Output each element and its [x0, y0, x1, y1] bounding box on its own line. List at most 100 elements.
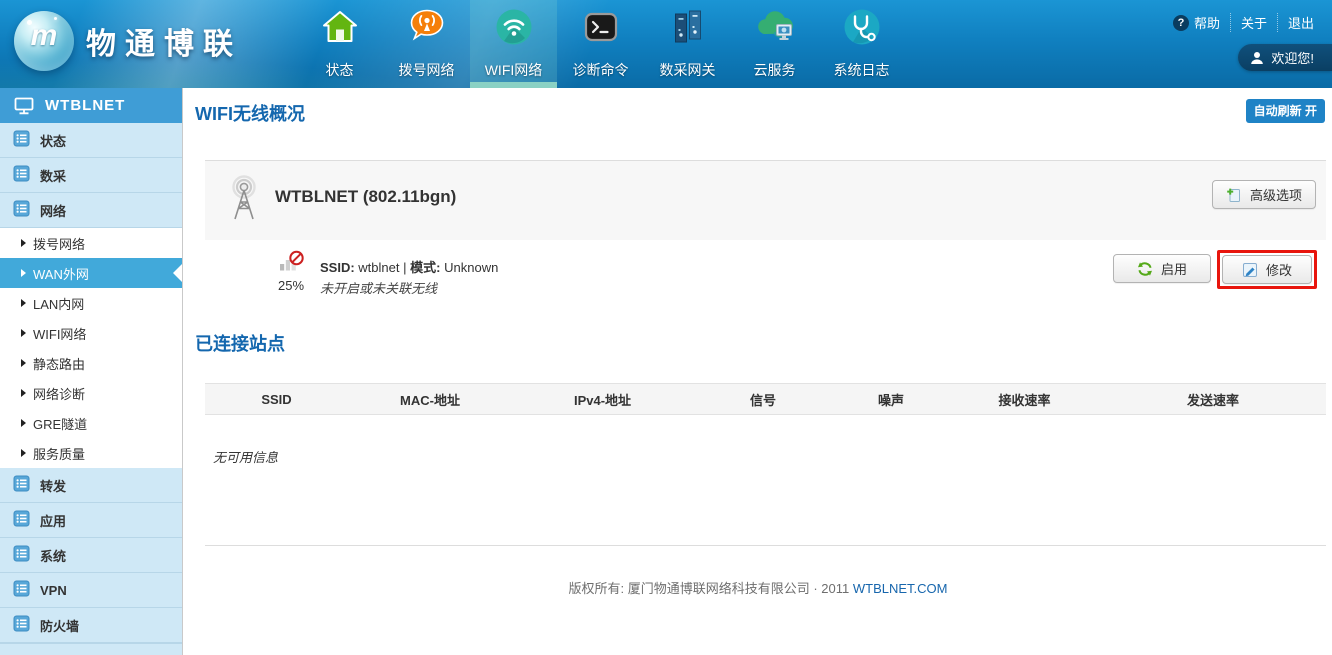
- list-icon: [13, 130, 30, 150]
- sidebar-item-dial-network[interactable]: 拨号网络: [0, 228, 182, 258]
- wifi-card-header: WTBLNET (802.11bgn) 高级选项: [205, 161, 1326, 240]
- wifi-card-title: WTBLNET (802.11bgn): [275, 187, 456, 207]
- dial-icon: [408, 6, 446, 48]
- submenu-arrow-icon: [21, 239, 26, 247]
- nav-tab-wifi-network[interactable]: WIFI网络: [470, 0, 557, 88]
- mode-label: 模式:: [410, 260, 440, 275]
- submenu-arrow-icon: [21, 419, 26, 427]
- list-icon: [13, 580, 30, 600]
- ssid-line: SSID: wtblnet | 模式: Unknown: [320, 257, 498, 276]
- nav-tab-label: 数采网关: [644, 60, 731, 80]
- divider: [205, 545, 1326, 546]
- gateway-icon: [669, 6, 707, 48]
- sidebar-item-system[interactable]: 系统: [0, 538, 182, 573]
- sidebar-item-static-route[interactable]: 静态路由: [0, 348, 182, 378]
- submenu-arrow-icon: [21, 329, 26, 337]
- selected-tab-strip: [470, 82, 557, 88]
- help-icon: ?: [1173, 15, 1189, 31]
- sidebar-item-lan[interactable]: LAN内网: [0, 288, 182, 318]
- top-header: m 物通博联 状态拨号网络WIFI网络诊断命令数采网关云服务系统日志 ? 帮助 …: [0, 0, 1332, 88]
- nav-tab-label: 云服务: [731, 60, 818, 80]
- sidebar-item-label: 服务质量: [33, 444, 85, 463]
- sidebar-item-status[interactable]: 状态: [0, 123, 182, 158]
- sidebar-device-header: WTBLNET: [0, 88, 182, 123]
- signal-disabled-icon: [279, 249, 305, 278]
- auto-refresh-toggle[interactable]: 自动刷新 开: [1246, 99, 1325, 123]
- logout-label: 退出: [1288, 13, 1314, 32]
- footer: 版权所有: 厦门物通博联网络科技有限公司 · 2011 WTBLNET.COM: [184, 578, 1332, 597]
- sidebar-item-forwarding[interactable]: 转发: [0, 468, 182, 503]
- help-link[interactable]: ? 帮助: [1163, 13, 1230, 32]
- sidebar-item-vpn[interactable]: VPN: [0, 573, 182, 608]
- brand-logo: m 物通博联: [14, 11, 242, 71]
- welcome-badge[interactable]: 欢迎您!: [1238, 44, 1332, 71]
- sidebar-item-label: 数采: [40, 166, 66, 185]
- sidebar-item-gre-tunnel[interactable]: GRE隧道: [0, 408, 182, 438]
- help-label: 帮助: [1194, 13, 1220, 32]
- sidebar-item-apps[interactable]: 应用: [0, 503, 182, 538]
- sidebar-item-qos[interactable]: 服务质量: [0, 438, 182, 468]
- about-link[interactable]: 关于: [1230, 13, 1277, 32]
- signal-percent: 25%: [267, 278, 315, 293]
- advanced-options-icon: [1226, 187, 1242, 203]
- sidebar-item-label: WAN外网: [33, 264, 89, 283]
- sidebar-item-firewall[interactable]: 防火墙: [0, 608, 182, 643]
- list-icon: [13, 510, 30, 530]
- modify-button[interactable]: 修改: [1222, 255, 1312, 284]
- sidebar-item-label: 应用: [40, 511, 66, 530]
- sidebar-item-label: 网络诊断: [33, 384, 85, 403]
- nav-tab-label: 拨号网络: [383, 60, 470, 80]
- logo-sphere-icon: m: [14, 11, 74, 71]
- stethoscope-icon: [842, 6, 882, 48]
- advanced-options-button[interactable]: 高级选项: [1212, 180, 1316, 209]
- wifi-icon: [494, 6, 534, 48]
- logout-link[interactable]: 退出: [1277, 13, 1324, 32]
- sidebar-item-label: LAN内网: [33, 294, 84, 313]
- sidebar-item-label: 状态: [40, 131, 66, 150]
- ssid-label: SSID:: [320, 260, 355, 275]
- sidebar-item-label: 网络: [40, 201, 66, 220]
- nav-tab-label: 系统日志: [818, 60, 905, 80]
- nav-tab-label: WIFI网络: [470, 60, 557, 80]
- nav-tab-diagnostics[interactable]: 诊断命令: [557, 0, 644, 88]
- nav-tab-dial-network[interactable]: 拨号网络: [383, 0, 470, 88]
- submenu-arrow-icon: [21, 449, 26, 457]
- sidebar-item-label: 系统: [40, 546, 66, 565]
- nav-tab-cloud-service[interactable]: 云服务: [731, 0, 818, 88]
- monitor-icon: [14, 97, 34, 115]
- submenu-arrow-icon: [21, 389, 26, 397]
- sidebar-item-label: WIFI网络: [33, 324, 86, 343]
- page-title: WIFI无线概况: [195, 100, 305, 126]
- nav-tab-system-logs[interactable]: 系统日志: [818, 0, 905, 88]
- list-icon: [13, 615, 30, 635]
- stations-column-header: 接收速率: [949, 390, 1100, 409]
- sidebar-item-network[interactable]: 网络: [0, 193, 182, 228]
- home-icon: [321, 6, 359, 48]
- top-links: ? 帮助 关于 退出: [1163, 13, 1324, 32]
- brand-name: 物通博联: [86, 19, 242, 63]
- sidebar-item-label: GRE隧道: [33, 414, 87, 433]
- nav-tab-data-gateway[interactable]: 数采网关: [644, 0, 731, 88]
- list-icon: [13, 475, 30, 495]
- list-icon: [13, 200, 30, 220]
- sidebar-item-data-collect[interactable]: 数采: [0, 158, 182, 193]
- welcome-label: 欢迎您!: [1271, 48, 1314, 67]
- nav-tab-status[interactable]: 状态: [296, 0, 383, 88]
- sidebar-items: 状态数采网络拨号网络 WAN外网 LAN内网 WIFI网络静态路由网络诊断 GRE隧道服…: [0, 123, 182, 643]
- main-nav: 状态拨号网络WIFI网络诊断命令数采网关云服务系统日志: [296, 0, 905, 88]
- sidebar: WTBLNET 状态数采网络拨号网络 WAN外网 LAN内网 WIFI网络静态路由网络…: [0, 88, 183, 655]
- sidebar-device-name: WTBLNET: [45, 97, 125, 114]
- footer-link[interactable]: WTBLNET.COM: [853, 581, 948, 596]
- sidebar-item-wan[interactable]: WAN外网: [0, 258, 182, 288]
- ssid-value: wtblnet: [358, 260, 399, 275]
- user-icon: [1250, 51, 1264, 65]
- selected-item-notch: [173, 264, 182, 282]
- submenu-arrow-icon: [21, 269, 26, 277]
- ssid-separator: |: [403, 260, 406, 275]
- sidebar-item-net-diagnosis[interactable]: 网络诊断: [0, 378, 182, 408]
- enable-button[interactable]: 启用: [1113, 254, 1211, 283]
- nav-tab-label: 诊断命令: [557, 60, 644, 80]
- sidebar-item-wifi[interactable]: WIFI网络: [0, 318, 182, 348]
- stations-column-header: IPv4-地址: [512, 390, 693, 409]
- sidebar-item-label: 转发: [40, 476, 66, 495]
